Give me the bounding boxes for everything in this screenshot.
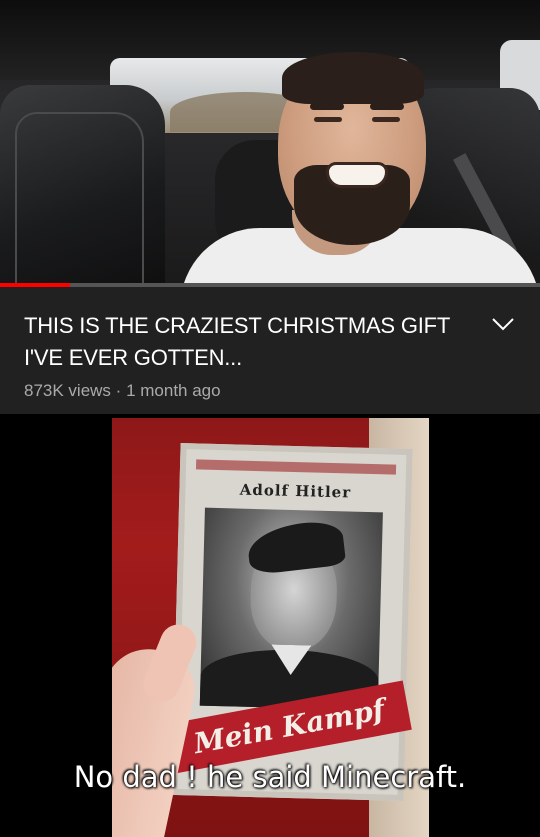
seat-stitching (15, 112, 144, 286)
meme-caption: No dad ! he said Minecraft. (73, 760, 467, 794)
eyebrow-left (310, 103, 344, 110)
eye-left (314, 117, 342, 122)
meta-separator: · (115, 381, 122, 400)
book-top-stripe (195, 459, 397, 475)
upload-age: 1 month ago (126, 381, 221, 400)
eye-right (372, 117, 400, 122)
eyebrow-right (370, 103, 404, 110)
video-meta: 873K views · 1 month ago (24, 381, 221, 401)
book-author: Adolf Hitler (239, 480, 352, 502)
video-player[interactable] (0, 0, 540, 287)
book-portrait (199, 507, 383, 711)
person-hair (282, 52, 424, 104)
book-cover: Adolf Hitler Mein Kampf (166, 443, 413, 801)
chevron-down-icon[interactable] (490, 313, 516, 335)
person-smile (326, 162, 388, 188)
view-count: 873K views (24, 381, 111, 400)
video-title[interactable]: THIS IS THE CRAZIEST CHRISTMAS GIFT I'VE… (24, 310, 464, 374)
